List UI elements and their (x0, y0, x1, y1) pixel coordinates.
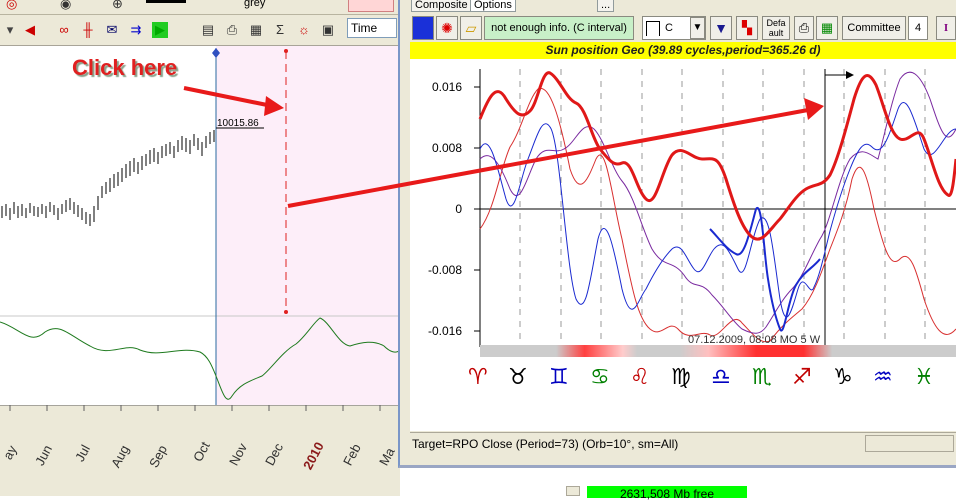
arrow-head-icon (804, 98, 824, 120)
arrow-head-icon (264, 96, 284, 116)
annotation-arrows (183, 86, 824, 208)
